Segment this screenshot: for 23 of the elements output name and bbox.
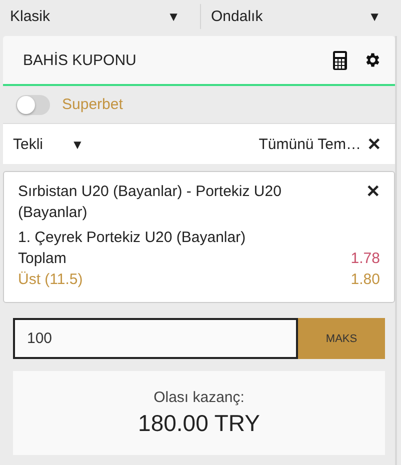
caret-icon: ▼ [71,136,259,152]
bet-type-dropdown[interactable]: Tekli [13,136,44,152]
panel-title: BAHİS KUPONU [23,52,138,68]
stake-input[interactable]: 100 [13,318,298,359]
selection-text: Toplam [18,249,66,269]
event-title: Sırbistan U20 (Bayanlar) - Portekiz U20 (Bayanlar) [18,182,282,223]
clear-all-link[interactable]: Tümünü Tem… [258,136,361,152]
selection-text: Üst (11.5) [18,270,83,290]
caret-icon: ▼ [368,9,381,24]
winnings-amount: 180.00 TRY [138,410,260,437]
close-icon[interactable]: ✕ [367,134,381,154]
superbet-toggle[interactable] [16,94,50,114]
dropdown[interactable]: Klasik ▼ [0,4,200,29]
max-button[interactable]: MAKS [298,318,385,359]
caret-icon: ▼ [167,9,180,24]
close-icon[interactable]: ✕ [366,181,380,223]
toggle-label: Superbet [62,96,123,113]
odds-value: 1.78 [350,249,380,269]
odds-value: 1.80 [350,270,380,290]
selection-text: 1. Çeyrek Portekiz U20 (Bayanlar) [18,228,246,248]
dropdown[interactable]: Ondalık ▼ [200,4,401,29]
calculator-icon[interactable] [333,50,347,70]
winnings-label: Olası kazanç: [154,389,244,406]
